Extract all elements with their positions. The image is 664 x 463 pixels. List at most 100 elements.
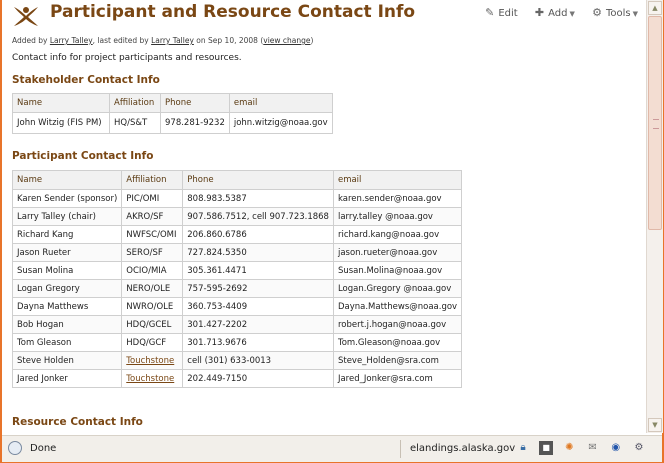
scroll-up-button[interactable]: ▲ [648, 1, 662, 15]
status-text: Done [30, 443, 57, 454]
cell-phone: 727.824.5350 [182, 243, 334, 262]
column-header: email [228, 93, 333, 113]
cell-email: larry.talley @noaa.gov [332, 207, 463, 226]
plus-icon: ✚ [534, 6, 545, 19]
table-row: Susan Molina OCIO/MIA 305.361.4471 Susan.Mo… [11, 261, 463, 280]
page-header: Participant and Resource Contact Info ✎ E… [4, 0, 646, 32]
table-header-row: Name Affiliation Phone email [12, 93, 333, 113]
cell-phone: 206.860.6786 [182, 225, 334, 244]
cell-phone: 301.427-2202 [182, 315, 334, 334]
column-header: Name [12, 93, 110, 113]
cell-affiliation: SERO/SF [121, 243, 184, 262]
cell-affiliation: AKRO/SF [121, 207, 184, 226]
scroll-down-button[interactable]: ▼ [648, 418, 662, 432]
gear-icon[interactable]: ⚙ [632, 441, 646, 455]
column-header: email [332, 170, 463, 190]
cell-email: robert.j.hogan@noaa.gov [332, 315, 463, 334]
table-row: Jared Jonker Touchstone 202.449-7150 Jared_… [11, 369, 463, 388]
cell-name: Susan Molina [11, 261, 123, 280]
edit-button[interactable]: ✎ Edit [485, 6, 518, 19]
cell-phone: 907.586.7512, cell 907.723.1868 [182, 207, 334, 226]
block-icon[interactable]: ■ [539, 441, 554, 455]
cell-email: karen.sender@noaa.gov [332, 189, 463, 208]
table-row: Larry Talley (chair) AKRO/SF 907.586.7512,… [11, 207, 463, 226]
table-row: Steve Holden Touchstone cell (301) 633-001… [11, 351, 463, 370]
affiliation-link[interactable]: Touchstone [126, 356, 174, 366]
cell-affiliation: Touchstone [121, 351, 184, 370]
column-header: Phone [160, 93, 230, 113]
table-row: Tom Gleason HDQ/GCF 301.713.9676 Tom.Gleaso… [11, 333, 463, 352]
cell-affiliation: NWFSC/OMI [121, 225, 184, 244]
browser-window: Participant and Resource Contact Info ✎ E… [0, 0, 664, 463]
cell-name: Bob Hogan [11, 315, 123, 334]
cell-phone: 808.983.5387 [182, 189, 334, 208]
mail-icon[interactable]: ✉ [586, 441, 600, 455]
table-row: Logan Gregory NERO/OLE 757-595-2692 Logan.G… [11, 279, 463, 298]
cell-email: Logan.Gregory @noaa.gov [332, 279, 463, 298]
cell-affiliation: HQ/S&T [109, 112, 161, 134]
meta-edited-prefix: , last edited by [92, 36, 149, 45]
cell-email: richard.kang@noaa.gov [332, 225, 463, 244]
table-row: Karen Sender (sponsor) PIC/OMI 808.983.538… [11, 189, 463, 208]
stakeholder-heading: Stakeholder Contact Info [12, 74, 160, 86]
status-globe-icon [8, 441, 22, 455]
cell-phone: 202.449-7150 [182, 369, 334, 388]
page-content: Participant and Resource Contact Info ✎ E… [4, 0, 646, 433]
status-host: elandings.alaska.gov [410, 443, 516, 454]
page-title: Participant and Resource Contact Info [50, 2, 416, 22]
affiliation-link[interactable]: Touchstone [126, 374, 174, 384]
cell-name: Steve Holden [11, 351, 123, 370]
cell-phone: 757-595-2692 [182, 279, 334, 298]
cell-name: Richard Kang [11, 225, 123, 244]
cell-name: Larry Talley (chair) [11, 207, 123, 226]
puzzle-icon[interactable]: ✺ [562, 441, 576, 455]
edited-by-link[interactable]: Larry Talley [151, 36, 194, 45]
vertical-scrollbar[interactable]: ▲ ▼ [646, 0, 663, 433]
pencil-icon: ✎ [485, 6, 495, 19]
add-menu-button[interactable]: ✚ Add ▼ [535, 6, 575, 19]
lock-icon[interactable]: 🔒︎ [516, 441, 530, 455]
meta-date: on Sep 10, 2008 [196, 36, 258, 45]
cell-phone: cell (301) 633-0013 [182, 351, 334, 370]
participant-heading: Participant Contact Info [12, 150, 154, 162]
cell-name: Jared Jonker [11, 369, 123, 388]
edit-label: Edit [498, 8, 518, 19]
status-tray: 🔒︎ ■ ✺ ✉ ◉ ⚙ [516, 441, 652, 455]
add-label: Add [548, 8, 568, 19]
gear-icon: ⚙ [592, 6, 602, 19]
cell-affiliation: PIC/OMI [121, 189, 184, 208]
column-header: Affiliation [109, 93, 161, 113]
table-header-row: Name Affiliation Phone email [11, 170, 463, 190]
tools-menu-button[interactable]: ⚙ Tools ▼ [592, 6, 638, 19]
cell-name: Jason Rueter [11, 243, 123, 262]
cell-name: Karen Sender (sponsor) [11, 189, 123, 208]
cell-phone: 978.281-9232 [160, 112, 230, 134]
cell-name: Dayna Matthews [11, 297, 123, 316]
table-row: John Witzig (FIS PM) HQ/S&T 978.281-9232… [12, 112, 333, 134]
meta-added-prefix: Added by [12, 36, 48, 45]
tools-label: Tools [605, 8, 631, 19]
globe-icon[interactable]: ◉ [609, 441, 623, 455]
cell-affiliation: NWRO/OLE [121, 297, 184, 316]
cell-phone: 360.753-4409 [182, 297, 334, 316]
cell-name: Tom Gleason [11, 333, 123, 352]
page-description: Contact info for project participants an… [12, 53, 242, 63]
table-row: Richard Kang NWFSC/OMI 206.860.6786 richard… [11, 225, 463, 244]
cell-email: Steve_Holden@sra.com [332, 351, 463, 370]
status-divider [400, 440, 401, 458]
table-row: Jason Rueter SERO/SF 727.824.5350 jason.rue… [11, 243, 463, 262]
scroll-thumb[interactable] [648, 16, 662, 230]
stakeholder-table: Name Affiliation Phone email John Witzig… [12, 93, 333, 134]
status-bar: Done elandings.alaska.gov 🔒︎ ■ ✺ ✉ ◉ ⚙ [2, 435, 662, 462]
resource-heading: Resource Contact Info [12, 416, 143, 428]
cell-name: Logan Gregory [11, 279, 123, 298]
logo-icon [14, 7, 38, 26]
cell-name: John Witzig (FIS PM) [12, 112, 110, 134]
view-change-link[interactable]: view change [263, 36, 310, 45]
page-meta: Added by Larry Talley, last edited by La… [12, 36, 314, 45]
cell-email: Susan.Molina@noaa.gov [332, 261, 463, 280]
added-by-link[interactable]: Larry Talley [50, 36, 93, 45]
chevron-down-icon: ▼ [569, 10, 575, 18]
cell-phone: 301.713.9676 [182, 333, 334, 352]
cell-affiliation: NERO/OLE [121, 279, 184, 298]
